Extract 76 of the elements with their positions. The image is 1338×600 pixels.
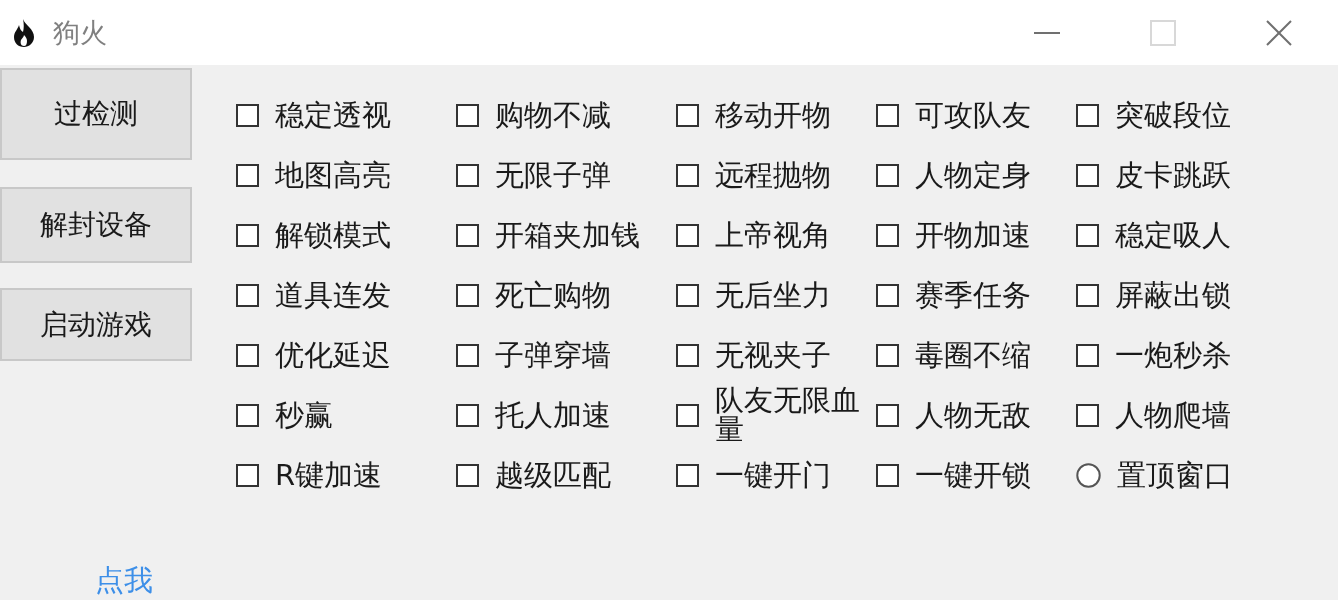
option-label[interactable]: 解锁模式 xyxy=(275,220,391,250)
checkbox[interactable] xyxy=(676,223,699,247)
checkbox[interactable] xyxy=(876,223,899,247)
checkbox[interactable] xyxy=(236,283,259,307)
checkbox[interactable] xyxy=(236,403,259,427)
checkbox[interactable] xyxy=(676,163,699,187)
checkbox[interactable] xyxy=(1076,103,1099,127)
checkbox[interactable] xyxy=(676,283,699,307)
option-label[interactable]: 置顶窗口 xyxy=(1117,460,1233,490)
checkbox[interactable] xyxy=(456,163,479,187)
option-label[interactable]: 开物加速 xyxy=(915,220,1031,250)
checkbox[interactable] xyxy=(456,463,479,487)
action-button[interactable]: 解封设备 xyxy=(0,187,192,263)
option-label[interactable]: 稳定透视 xyxy=(275,100,391,130)
option-label[interactable]: 越级匹配 xyxy=(495,460,611,490)
option-label[interactable]: 赛季任务 xyxy=(915,280,1031,310)
option-label[interactable]: 地图高亮 xyxy=(275,160,391,190)
option-label[interactable]: 开箱夹加钱 xyxy=(495,220,640,250)
option-label[interactable]: 托人加速 xyxy=(495,400,611,430)
option-label[interactable]: 远程抛物 xyxy=(715,160,831,190)
option-label[interactable]: 秒赢 xyxy=(275,400,333,430)
option-label[interactable]: 一键开门 xyxy=(715,460,831,490)
option-label[interactable]: 子弹穿墙 xyxy=(495,340,611,370)
checkbox[interactable] xyxy=(876,403,899,427)
option-label[interactable]: 无限子弹 xyxy=(495,160,611,190)
close-icon[interactable] xyxy=(1266,19,1292,46)
option-label[interactable]: 屏蔽出锁 xyxy=(1115,280,1231,310)
checkbox[interactable] xyxy=(456,223,479,247)
checkbox[interactable] xyxy=(456,403,479,427)
checkbox[interactable] xyxy=(1076,343,1099,367)
option-label[interactable]: 道具连发 xyxy=(275,280,391,310)
option-label[interactable]: 人物爬墙 xyxy=(1115,400,1231,430)
checkbox[interactable] xyxy=(236,163,259,187)
checkbox[interactable] xyxy=(456,343,479,367)
checkbox[interactable] xyxy=(676,463,699,487)
option-label[interactable]: 可攻队友 xyxy=(915,100,1031,130)
option-label[interactable]: 优化延迟 xyxy=(275,340,391,370)
checkbox[interactable] xyxy=(236,343,259,367)
checkbox[interactable] xyxy=(876,463,899,487)
option-label[interactable]: 移动开物 xyxy=(715,100,831,130)
option-label[interactable]: 人物定身 xyxy=(915,160,1031,190)
action-button[interactable]: 启动游戏 xyxy=(0,288,192,361)
action-button[interactable]: 过检测 xyxy=(0,68,192,160)
window-title: 狗火 xyxy=(53,19,107,46)
checkbox[interactable] xyxy=(676,403,699,427)
option-label[interactable]: 一炮秒杀 xyxy=(1115,340,1231,370)
option-label[interactable]: 一键开锁 xyxy=(915,460,1031,490)
option-label[interactable]: 购物不减 xyxy=(495,100,611,130)
option-label[interactable]: 无后坐力 xyxy=(715,280,831,310)
option-label[interactable]: 毒圈不缩 xyxy=(915,340,1031,370)
flame-icon xyxy=(12,18,36,47)
option-label[interactable]: 队友无限血量 xyxy=(715,386,867,444)
checkbox[interactable] xyxy=(876,103,899,127)
checkbox[interactable] xyxy=(236,463,259,487)
checkbox[interactable] xyxy=(456,283,479,307)
option-label[interactable]: 人物无敌 xyxy=(915,400,1031,430)
checkbox[interactable] xyxy=(1076,403,1099,427)
option-label[interactable]: 皮卡跳跃 xyxy=(1115,160,1231,190)
checkbox[interactable] xyxy=(876,163,899,187)
option-label[interactable]: 上帝视角 xyxy=(715,220,831,250)
checkbox[interactable] xyxy=(876,343,899,367)
checkbox[interactable] xyxy=(676,343,699,367)
checkbox[interactable] xyxy=(1076,283,1099,307)
checkbox[interactable] xyxy=(876,283,899,307)
checkbox[interactable] xyxy=(236,103,259,127)
checkbox[interactable] xyxy=(236,223,259,247)
checkbox[interactable] xyxy=(1076,223,1099,247)
option-label[interactable]: 突破段位 xyxy=(1115,100,1231,130)
radio-button[interactable] xyxy=(1076,462,1101,488)
option-label[interactable]: 稳定吸人 xyxy=(1115,220,1231,250)
option-label[interactable]: 无视夹子 xyxy=(715,340,831,370)
option-label[interactable]: 死亡购物 xyxy=(495,280,611,310)
checkbox[interactable] xyxy=(456,103,479,127)
checkbox[interactable] xyxy=(1076,163,1099,187)
checkbox[interactable] xyxy=(676,103,699,127)
option-label[interactable]: R键加速 xyxy=(275,460,383,490)
